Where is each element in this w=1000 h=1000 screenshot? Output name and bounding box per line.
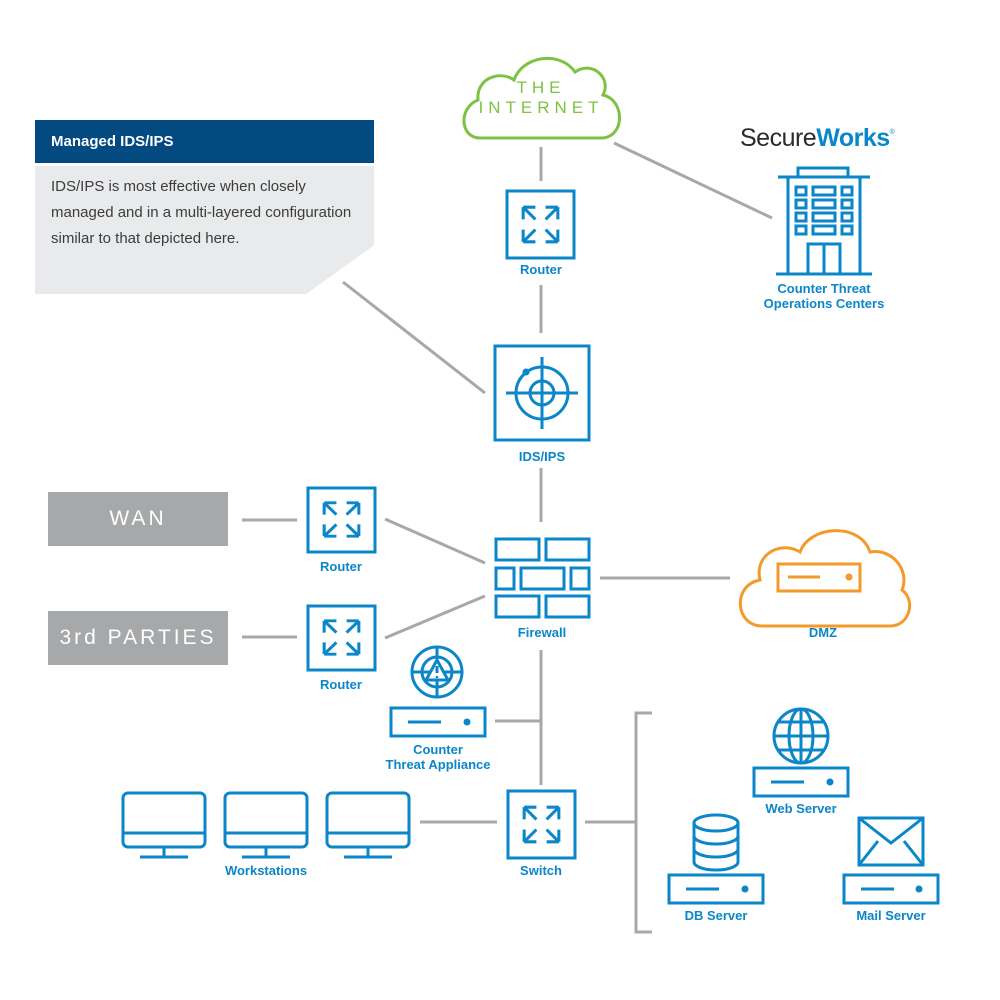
- globe-icon: [772, 707, 830, 765]
- database-icon: [692, 813, 740, 872]
- mail-server[interactable]: Mail Server: [842, 816, 940, 923]
- server-led: [463, 718, 471, 726]
- server-led: [915, 885, 923, 893]
- warning-dot: [435, 675, 439, 679]
- crosshair-target-icon: [506, 357, 578, 429]
- link-callout-idsips: [342, 280, 486, 395]
- target-dot: [522, 368, 530, 376]
- cloud-icon: [738, 529, 912, 628]
- servers-bracket: [634, 711, 652, 934]
- router-3rd-parties[interactable]: Router: [306, 604, 377, 692]
- cta-label-line1: Counter: [413, 742, 463, 757]
- ctoc-building: Counter Threat Operations Centers: [764, 166, 885, 311]
- link-router-firewall-1: [384, 517, 486, 565]
- router-box: [505, 189, 576, 260]
- ctoc-label-line1: Counter Threat: [777, 281, 871, 296]
- dmz-label: DMZ: [809, 625, 837, 640]
- router-arrows-icon: [322, 501, 361, 538]
- idsips-label: IDS/IPS: [519, 449, 566, 464]
- server-icon: [842, 873, 940, 905]
- link-internet-ctoc: [613, 141, 773, 220]
- dmz-cloud[interactable]: DMZ: [738, 529, 912, 640]
- monitor-icon: [325, 791, 411, 859]
- router-wan-label: Router: [320, 559, 362, 574]
- firewall-device[interactable]: Firewall: [494, 537, 591, 640]
- router-3rd-label: Router: [320, 677, 362, 692]
- internet-cloud: THE INTERNET: [462, 56, 621, 140]
- server-icon: [776, 562, 862, 593]
- router-top-label: Router: [520, 262, 562, 277]
- envelope-icon: [857, 816, 925, 867]
- router-arrows-icon: [322, 619, 361, 656]
- server-icon: [389, 706, 487, 738]
- workstations[interactable]: Workstations: [121, 791, 411, 878]
- db-server-label: DB Server: [685, 908, 748, 923]
- switch-box: [506, 789, 577, 860]
- switch-label: Switch: [520, 863, 562, 878]
- building-icon: [776, 166, 872, 276]
- server-led: [741, 885, 749, 893]
- monitor-icon: [223, 791, 309, 859]
- radar-warning-icon: [410, 645, 464, 699]
- cta-label-line2: Threat Appliance: [386, 757, 491, 772]
- mail-server-label: Mail Server: [856, 908, 925, 923]
- web-server-label: Web Server: [765, 801, 836, 816]
- workstations-label: Workstations: [225, 863, 307, 878]
- web-server[interactable]: Web Server: [752, 707, 850, 816]
- server-icon: [667, 873, 765, 905]
- switch-arrows-icon: [522, 805, 561, 844]
- router-wan[interactable]: Router: [306, 486, 377, 574]
- ctoc-label-line2: Operations Centers: [764, 296, 885, 311]
- switch-device[interactable]: Switch: [506, 789, 577, 878]
- network-diagram: THE INTERNET Router Counter Threat Opera…: [121, 56, 940, 934]
- idsips-device[interactable]: IDS/IPS: [493, 344, 591, 464]
- internet-label-line1: THE: [517, 78, 566, 97]
- firewall-label: Firewall: [518, 625, 566, 640]
- server-icon: [752, 766, 850, 798]
- monitor-icon: [121, 791, 207, 859]
- router-box: [306, 604, 377, 672]
- counter-threat-appliance[interactable]: Counter Threat Appliance: [386, 645, 491, 772]
- db-server[interactable]: DB Server: [667, 813, 765, 923]
- link-router-firewall-2: [384, 594, 486, 640]
- router-top[interactable]: Router: [505, 189, 576, 277]
- brick-wall-icon: [494, 537, 591, 619]
- internet-label-line2: INTERNET: [479, 98, 604, 117]
- server-led: [826, 778, 834, 786]
- router-arrows-icon: [521, 205, 560, 244]
- router-box: [306, 486, 377, 554]
